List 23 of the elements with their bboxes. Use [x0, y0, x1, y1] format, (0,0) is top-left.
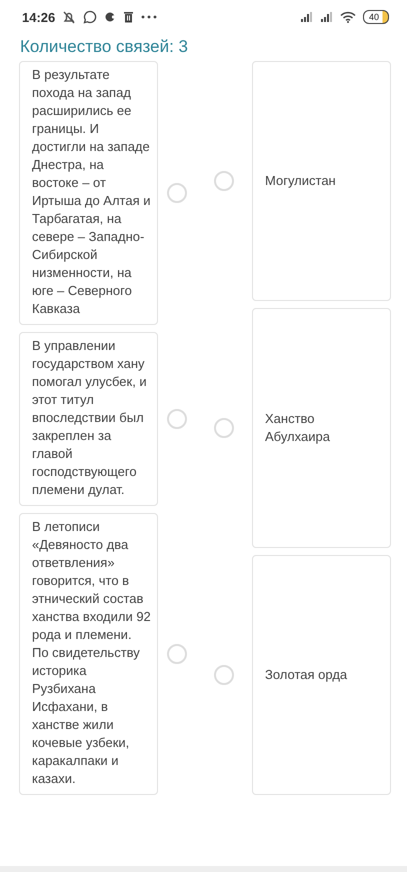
- connector-circle[interactable]: [167, 409, 187, 429]
- statement-card: В летописи «Девяносто два ответвления» говорится, что в этнический состав ханства входили 92 рода и племени. По свидетельству историка Рузбихана Исфахани, в ханстве жили кочевые узбеки, каракалпаки и казахи.: [19, 513, 158, 795]
- trash-icon: [123, 11, 134, 23]
- connector-circle[interactable]: [167, 644, 187, 664]
- answer-card: Золотая орда: [252, 555, 391, 795]
- connector-circle[interactable]: [214, 418, 234, 438]
- clock-time: 14:26: [22, 10, 56, 24]
- connector-circle[interactable]: [214, 171, 234, 191]
- chat-bubble-icon: [83, 10, 98, 24]
- connector-circle[interactable]: [214, 665, 234, 685]
- statement-card: В результате похода на запад расширились ее границы. И достигли на западе Днестра, на востоке – от Иртыша до Алтая и Тарбагатая, на севере – Западно-Сибирской низменности, на юге – Северного Кавказа: [19, 61, 158, 325]
- connections-count: Количество связей: 3: [19, 36, 190, 58]
- signal-icon: [320, 11, 333, 23]
- connector-circle[interactable]: [167, 183, 187, 203]
- more-icon: [141, 14, 158, 20]
- message-icon: [104, 11, 116, 23]
- muted-bell-icon: [62, 10, 76, 24]
- answer-card: Ханство Абулхаира: [252, 308, 391, 548]
- wifi-icon: [340, 11, 356, 23]
- statement-card: В управлении государством хану помогал улусбек, и этот титул впоследствии был закреплен за главой господствующего племени дулат.: [19, 332, 158, 506]
- signal-icon: [300, 11, 313, 23]
- answer-card: Могулистан: [252, 61, 391, 301]
- battery-icon: 40: [362, 10, 389, 24]
